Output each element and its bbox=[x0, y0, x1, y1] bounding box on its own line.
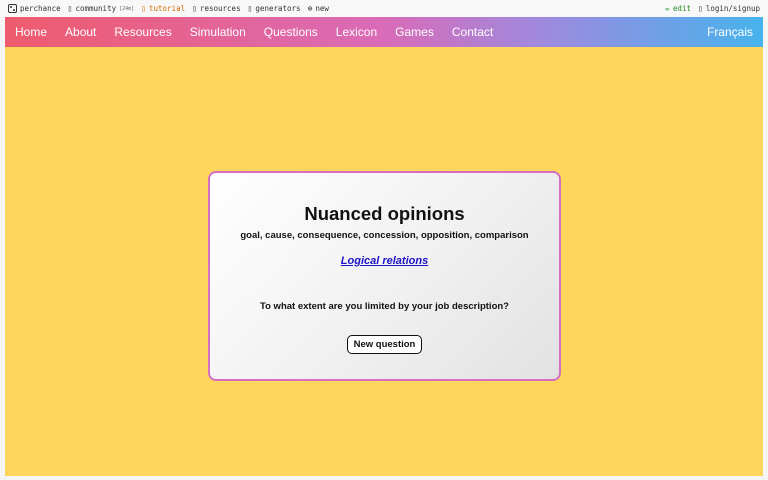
logical-relations-link[interactable]: Logical relations bbox=[341, 255, 428, 267]
community-link[interactable]: ▯ community [24m] bbox=[68, 4, 135, 13]
resources-link[interactable]: ▯ resources bbox=[192, 4, 240, 13]
community-label: community bbox=[75, 4, 117, 13]
topbar-left: perchance ▯ community [24m] ▯ tutorial ▯… bbox=[8, 4, 329, 13]
perchance-topbar: perchance ▯ community [24m] ▯ tutorial ▯… bbox=[0, 0, 768, 17]
main-nav: Home About Resources Simulation Question… bbox=[5, 17, 763, 47]
language-switch[interactable]: Français bbox=[707, 25, 753, 39]
nav-about[interactable]: About bbox=[65, 25, 107, 39]
login-link[interactable]: ▯ login/signup bbox=[698, 4, 760, 13]
perchance-label: perchance bbox=[20, 4, 61, 13]
new-link[interactable]: ⊕ new bbox=[308, 4, 329, 13]
nav-questions[interactable]: Questions bbox=[264, 25, 329, 39]
tutorial-link[interactable]: ▯ tutorial bbox=[141, 4, 185, 13]
card-subtitle: goal, cause, consequence, concession, op… bbox=[240, 230, 529, 241]
edit-label: edit bbox=[672, 4, 691, 13]
user-icon: ▯ bbox=[697, 3, 703, 13]
resources-label: resources bbox=[199, 4, 241, 13]
perchance-link[interactable]: perchance bbox=[8, 4, 61, 13]
login-label: login/signup bbox=[705, 4, 760, 13]
nav-home[interactable]: Home bbox=[15, 25, 58, 39]
question-text: To what extent are you limited by your j… bbox=[260, 301, 509, 312]
edit-link[interactable]: ✏ edit bbox=[665, 4, 691, 13]
question-card: Nuanced opinions goal, cause, consequenc… bbox=[208, 171, 561, 381]
new-label: new bbox=[315, 4, 329, 13]
new-question-button[interactable]: New question bbox=[346, 335, 423, 354]
nav-resources[interactable]: Resources bbox=[114, 25, 182, 39]
nav-links: Home About Resources Simulation Question… bbox=[15, 25, 511, 39]
generators-icon: ▯ bbox=[247, 3, 253, 13]
nav-lexicon[interactable]: Lexicon bbox=[336, 25, 388, 39]
generators-link[interactable]: ▯ generators bbox=[248, 4, 301, 13]
generators-label: generators bbox=[255, 4, 301, 13]
tutorial-label: tutorial bbox=[149, 4, 186, 13]
pencil-icon: ✏ bbox=[665, 3, 670, 13]
card-title: Nuanced opinions bbox=[304, 203, 465, 224]
nav-simulation[interactable]: Simulation bbox=[190, 25, 257, 39]
community-icon: ▯ bbox=[67, 3, 73, 13]
plus-circle-icon: ⊕ bbox=[307, 3, 313, 13]
resources-icon: ▯ bbox=[192, 3, 197, 13]
nav-games[interactable]: Games bbox=[395, 25, 445, 39]
nav-contact[interactable]: Contact bbox=[452, 25, 504, 39]
tutorial-icon: ▯ bbox=[141, 3, 146, 13]
dice-icon bbox=[8, 4, 17, 13]
page-frame: Home About Resources Simulation Question… bbox=[5, 17, 763, 476]
topbar-right: ✏ edit ▯ login/signup bbox=[665, 4, 760, 13]
community-badge: [24m] bbox=[119, 5, 135, 12]
